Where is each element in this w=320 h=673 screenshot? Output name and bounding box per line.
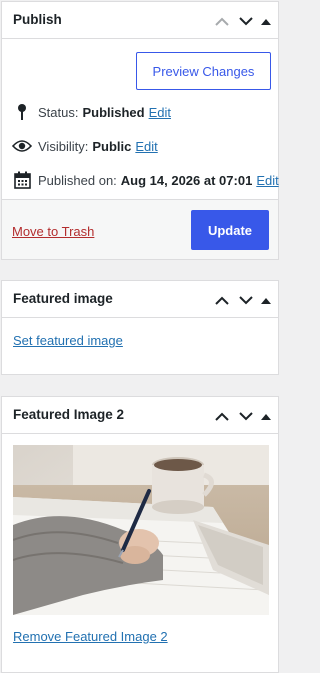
calendar-icon bbox=[12, 170, 32, 190]
featured-image-panel-controls bbox=[210, 290, 274, 310]
visibility-value: Public bbox=[92, 138, 132, 154]
remove-featured-image-2-link[interactable]: Remove Featured Image 2 bbox=[13, 629, 168, 644]
triangle-up-icon[interactable] bbox=[258, 406, 274, 426]
set-featured-image-link[interactable]: Set featured image bbox=[13, 333, 123, 348]
chevron-up-icon[interactable] bbox=[210, 406, 234, 426]
update-button[interactable]: Update bbox=[191, 210, 269, 250]
status-label: Status: bbox=[38, 104, 79, 120]
featured-image-panel-header: Featured image bbox=[2, 281, 278, 318]
featured-image-2-panel-controls bbox=[210, 406, 274, 426]
featured-image-panel-title: Featured image bbox=[13, 291, 113, 306]
published-label: Published on: bbox=[38, 172, 117, 188]
chevron-up-icon[interactable] bbox=[210, 290, 234, 310]
move-to-trash-link[interactable]: Move to Trash bbox=[12, 224, 94, 239]
chevron-down-icon[interactable] bbox=[234, 290, 258, 310]
eye-icon bbox=[12, 136, 32, 156]
pin-icon bbox=[12, 102, 32, 122]
triangle-up-icon[interactable] bbox=[258, 11, 274, 31]
publish-footer: Move to Trash Update bbox=[2, 199, 278, 259]
chevron-down-icon[interactable] bbox=[234, 11, 258, 31]
status-edit-link[interactable]: Edit bbox=[149, 105, 171, 120]
published-edit-link[interactable]: Edit bbox=[256, 173, 278, 188]
visibility-edit-link[interactable]: Edit bbox=[135, 139, 157, 154]
featured-image-2-panel-title: Featured Image 2 bbox=[13, 407, 125, 422]
preview-changes-button[interactable]: Preview Changes bbox=[136, 52, 271, 90]
chevron-down-icon[interactable] bbox=[234, 406, 258, 426]
publish-panel-controls bbox=[210, 11, 274, 31]
visibility-row: Visibility: Public Edit bbox=[12, 136, 158, 156]
published-value: Aug 14, 2026 at 07:01 bbox=[120, 172, 253, 188]
writing-photo-image bbox=[13, 445, 269, 615]
publish-panel-title: Publish bbox=[13, 12, 62, 27]
featured-image-2-panel-header: Featured Image 2 bbox=[2, 397, 278, 434]
publish-panel: Publish Preview Changes Status: Publishe… bbox=[1, 1, 279, 260]
status-value: Published bbox=[82, 104, 145, 120]
featured-image-2-panel: Featured Image 2 Remove Featured Image 2 bbox=[1, 396, 279, 673]
published-row: Published on: Aug 14, 2026 at 07:01 Edit bbox=[12, 170, 279, 190]
triangle-up-icon[interactable] bbox=[258, 290, 274, 310]
featured-image-2-thumbnail[interactable] bbox=[13, 445, 269, 615]
status-row: Status: Published Edit bbox=[12, 102, 171, 122]
chevron-up-icon[interactable] bbox=[210, 11, 234, 31]
featured-image-panel: Featured image Set featured image bbox=[1, 280, 279, 375]
visibility-label: Visibility: bbox=[38, 138, 89, 154]
publish-panel-header: Publish bbox=[2, 2, 278, 39]
